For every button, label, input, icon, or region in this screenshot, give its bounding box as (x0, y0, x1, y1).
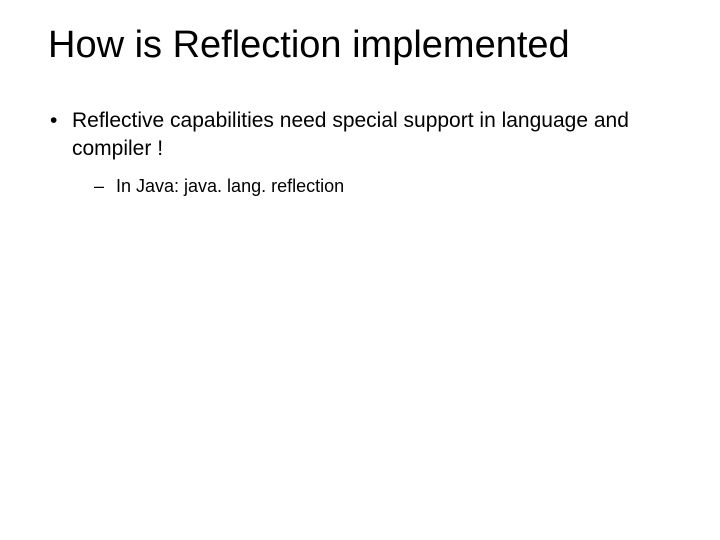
slide-title: How is Reflection implemented (48, 24, 680, 67)
slide: How is Reflection implemented Reflective… (0, 0, 720, 540)
list-item: Reflective capabilities need special sup… (46, 107, 680, 198)
bullet-text: Reflective capabilities need special sup… (72, 109, 629, 160)
bullet-list: Reflective capabilities need special sup… (40, 107, 680, 198)
sub-bullet-list: In Java: java. lang. reflection (72, 174, 680, 198)
list-item: In Java: java. lang. reflection (90, 174, 680, 198)
sub-bullet-text: In Java: java. lang. reflection (116, 176, 344, 196)
